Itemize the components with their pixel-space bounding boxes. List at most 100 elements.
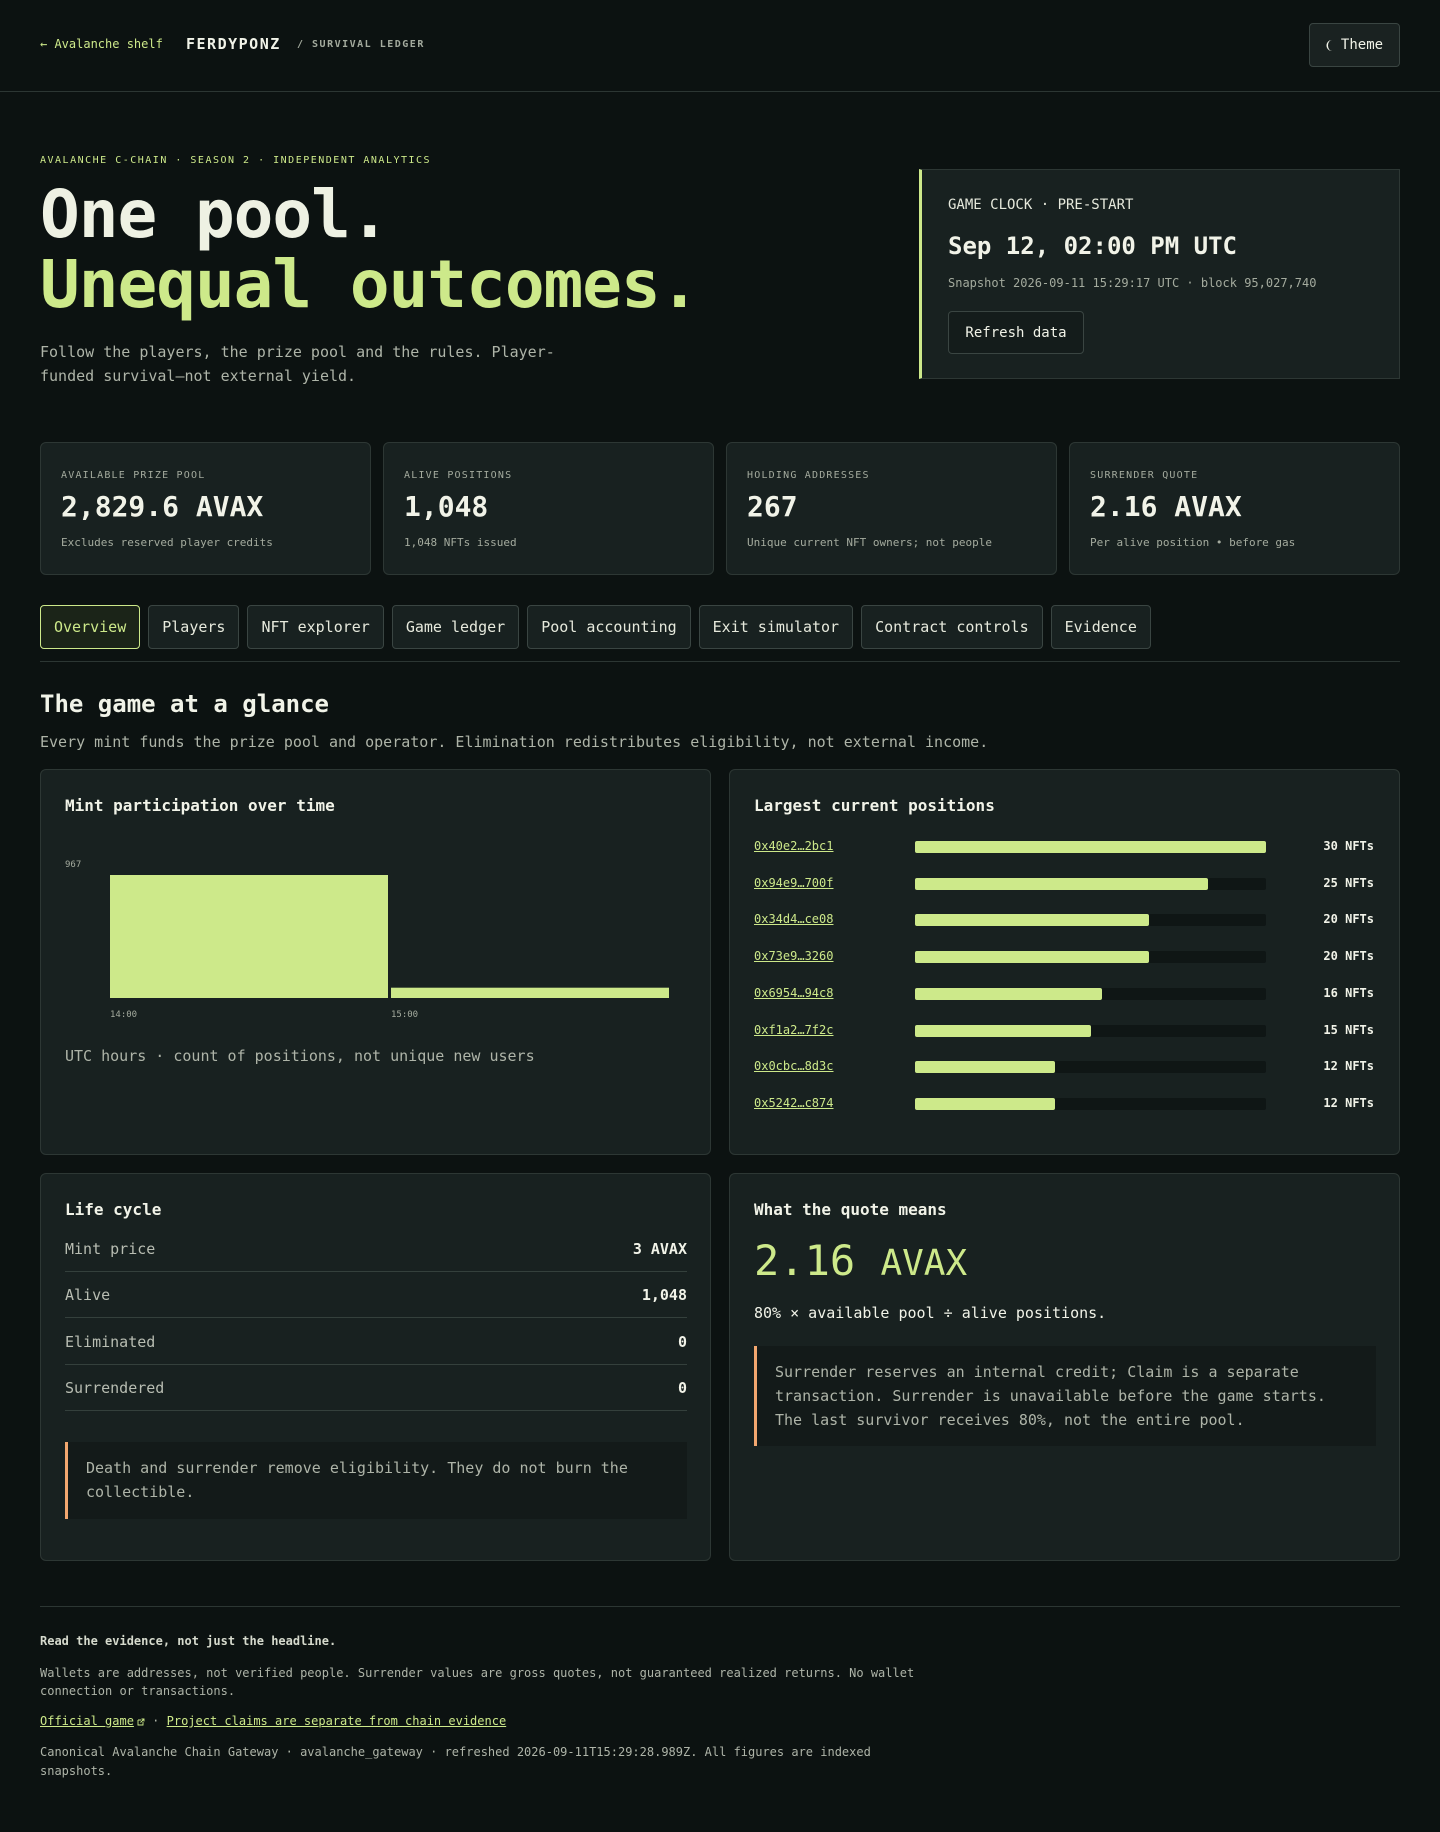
lifecycle-row-mint-price: Mint price 3 AVAX (65, 1226, 687, 1272)
theme-button[interactable]: Theme (1309, 23, 1400, 67)
tab-bar: Overview Players NFT explorer Game ledge… (40, 605, 1151, 649)
theme-button-label: Theme (1340, 37, 1384, 53)
lifecycle-label: Alive (65, 1286, 111, 1304)
stat-note: Per alive position • before gas (1090, 536, 1296, 549)
position-row: 0x73e9…3260 20 NFTs (754, 949, 1374, 964)
position-count: 16 NFTs (1323, 985, 1374, 1000)
position-row: 0x40e2…2bc1 30 NFTs (754, 839, 1374, 853)
position-bar-track (915, 914, 1266, 927)
lifecycle-value: 0 (677, 1333, 687, 1351)
tab-overview[interactable]: Overview (40, 605, 141, 649)
position-row: 0x5242…c874 12 NFTs (754, 1096, 1374, 1110)
panel-title: Life cycle (65, 1200, 162, 1219)
position-address-link[interactable]: 0x34d4…ce08 (754, 912, 833, 926)
snapshot-info: Snapshot 2026-09-11 15:29:17 UTC · block… (948, 276, 1317, 290)
section-title: The game at a glance (40, 690, 329, 718)
lifecycle-row-alive: Alive 1,048 (65, 1272, 687, 1318)
position-address-link[interactable]: 0x73e9…3260 (754, 949, 833, 963)
panel-title: What the quote means (754, 1200, 947, 1219)
largest-positions-panel: Largest current positions 0x40e2…2bc1 30 … (729, 769, 1400, 1155)
hero-title-line1: One pool. (40, 176, 390, 253)
official-game-link[interactable]: Official game (40, 1714, 145, 1728)
position-bar-fill (915, 987, 1103, 1000)
position-count: 12 NFTs (1323, 1095, 1374, 1110)
lifecycle-row-surrendered: Surrendered 0 (65, 1365, 687, 1411)
position-count: 15 NFTs (1323, 1022, 1374, 1037)
position-bar-fill (915, 1097, 1056, 1110)
mint-chart: 14:00 15:00 967 (65, 860, 669, 1020)
position-count: 12 NFTs (1323, 1059, 1374, 1074)
stat-label: SURRENDER QUOTE (1090, 470, 1199, 481)
quote-amount-unit: AVAX (880, 1243, 968, 1284)
hero-title: One pool. Unequal outcomes. (40, 176, 700, 323)
position-address-link[interactable]: 0x6954…94c8 (754, 986, 833, 1000)
lifecycle-label: Surrendered (65, 1379, 165, 1397)
brand-name: FERDYPONZ (186, 35, 281, 53)
lifecycle-value: 0 (677, 1379, 687, 1397)
stat-note: Unique current NFT owners; not people (747, 536, 993, 549)
mint-participation-panel: Mint participation over time 14:00 15:00 9… (40, 769, 711, 1155)
hero-description: Follow the players, the prize pool and t… (40, 343, 555, 385)
lifecycle-label: Mint price (65, 1240, 156, 1258)
hero-eyebrow: AVALANCHE C-CHAIN · SEASON 2 · INDEPENDE… (40, 155, 432, 166)
lifecycle-label: Eliminated (65, 1333, 156, 1351)
tab-evidence[interactable]: Evidence (1050, 605, 1151, 649)
position-bar-track (915, 877, 1266, 890)
quote-callout: Surrender reserves an internal credit; C… (754, 1346, 1376, 1446)
tab-contract-controls[interactable]: Contract controls (861, 605, 1043, 649)
position-bar-fill (915, 877, 1208, 890)
footer-link-separator: · (152, 1714, 160, 1728)
tab-pool-accounting[interactable]: Pool accounting (527, 605, 691, 649)
position-bar-track (915, 987, 1266, 1000)
position-count: 25 NFTs (1323, 875, 1374, 890)
mint-bar-1500 (391, 987, 669, 998)
position-row: 0x6954…94c8 16 NFTs (754, 986, 1374, 1000)
quote-amount: 2.16 AVAX (754, 1236, 967, 1285)
refresh-data-button[interactable]: Refresh data (948, 311, 1084, 354)
mint-chart-caption: UTC hours · count of positions, not uniq… (65, 1047, 535, 1065)
position-address-link[interactable]: 0x40e2…2bc1 (754, 839, 833, 853)
position-bar-track (915, 841, 1266, 853)
tab-players[interactable]: Players (148, 605, 240, 649)
project-claims-link[interactable]: Project claims are separate from chain e… (167, 1714, 507, 1728)
x-tick-label: 15:00 (391, 1010, 418, 1020)
hero-title-line2: Unequal outcomes. (40, 246, 700, 323)
position-count: 20 NFTs (1323, 949, 1374, 964)
quote-amount-value: 2.16 (754, 1236, 856, 1285)
stat-note: 1,048 NFTs issued (404, 536, 517, 549)
stat-card-alive-positions: ALIVE POSITIONS 1,048 1,048 NFTs issued (383, 442, 714, 575)
position-row: 0x34d4…ce08 20 NFTs (754, 912, 1374, 927)
stat-value: 267 (747, 490, 798, 523)
external-link-icon (137, 1718, 145, 1726)
stat-label: ALIVE POSITIONS (404, 470, 513, 481)
position-address-link[interactable]: 0xf1a2…7f2c (754, 1023, 833, 1037)
game-clock-card: GAME CLOCK · PRE-START Sep 12, 02:00 PM … (919, 169, 1400, 379)
stat-card-surrender-quote: SURRENDER QUOTE 2.16 AVAX Per alive posi… (1069, 442, 1400, 575)
official-game-link-label: Official game (40, 1714, 134, 1728)
back-link[interactable]: ← Avalanche shelf (40, 37, 163, 51)
footer-heading: Read the evidence, not just the headline… (40, 1634, 337, 1648)
lifecycle-value: 3 AVAX (632, 1240, 687, 1258)
position-row: 0xf1a2…7f2c 15 NFTs (754, 1023, 1374, 1037)
position-bar-track (915, 1061, 1266, 1074)
lifecycle-callout: Death and surrender remove eligibility. … (65, 1442, 687, 1519)
footer-source: Canonical Avalanche Chain Gateway · aval… (40, 1745, 871, 1778)
stat-value: 1,048 (404, 490, 489, 523)
position-address-link[interactable]: 0x5242…c874 (754, 1096, 833, 1110)
stat-note: Excludes reserved player credits (61, 536, 273, 549)
position-address-link[interactable]: 0x94e9…700f (754, 876, 833, 890)
stat-label: HOLDING ADDRESSES (747, 470, 870, 481)
tabs-divider (40, 661, 1400, 662)
position-bar-fill (915, 841, 1266, 853)
position-address-link[interactable]: 0x0cbc…8d3c (754, 1059, 833, 1073)
footer-divider (40, 1606, 1400, 1607)
stat-card-holding-addresses: HOLDING ADDRESSES 267 Unique current NFT… (726, 442, 1057, 575)
stat-value: 2.16 AVAX (1090, 490, 1242, 523)
lifecycle-row-eliminated: Eliminated 0 (65, 1319, 687, 1365)
tab-nft-explorer[interactable]: NFT explorer (247, 605, 384, 649)
tab-exit-simulator[interactable]: Exit simulator (698, 605, 854, 649)
position-bar-fill (915, 1061, 1056, 1074)
panel-title: Largest current positions (754, 796, 995, 815)
moon-icon (1326, 39, 1332, 51)
tab-game-ledger[interactable]: Game ledger (391, 605, 520, 649)
